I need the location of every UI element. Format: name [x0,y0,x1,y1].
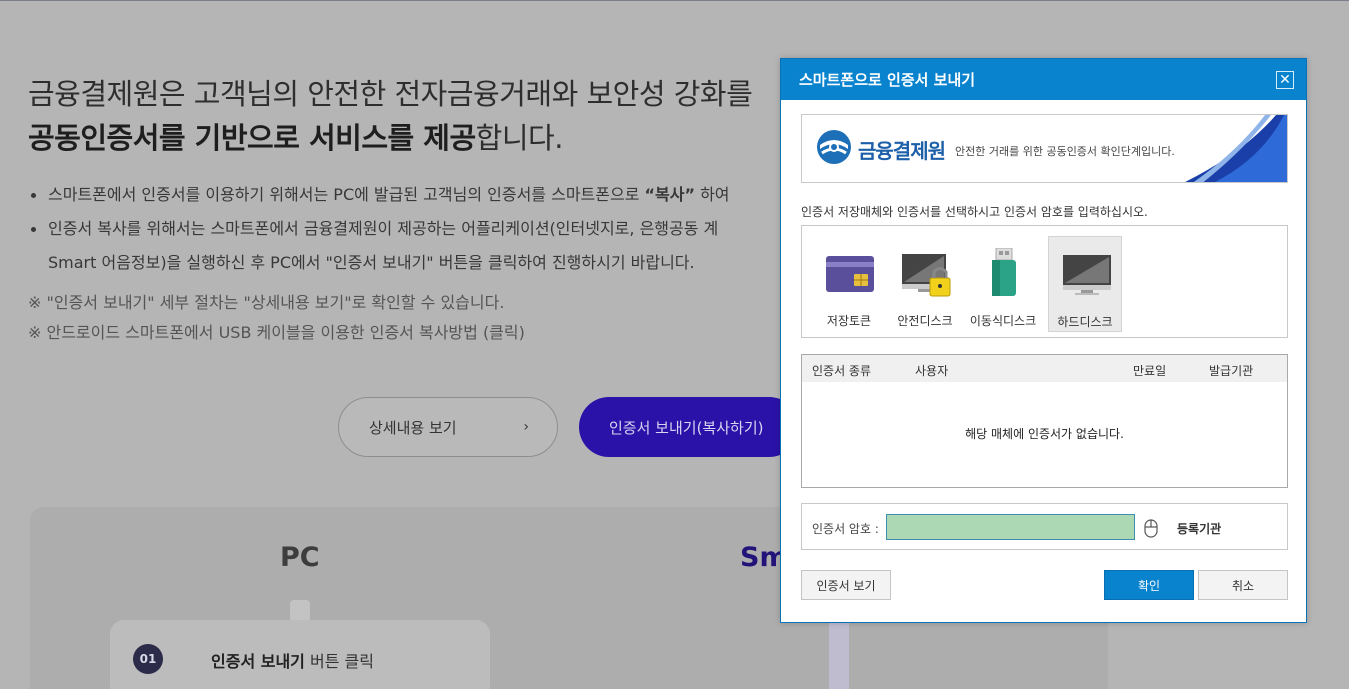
media-label: 이동식디스크 [969,314,1037,328]
kftc-logo-icon [817,130,851,164]
dialog-title: 스마트폰으로 인증서 보내기 [799,71,976,89]
media-secure-disk[interactable]: 안전디스크 [888,236,962,332]
certificate-table-header: 인증서 종류 사용자 만료일 발급기관 [802,355,1287,382]
column-expiry[interactable]: 만료일 [1133,362,1166,379]
view-certificate-button[interactable]: 인증서 보기 [801,570,891,600]
secure-disk-icon [902,254,951,297]
password-label: 인증서 암호 : [812,522,879,536]
storage-media-selector: 저장토큰 안전디스크 이동식디스크 하드디스크 [801,225,1288,338]
instruction-text: 인증서 저장매체와 인증서를 선택하시고 인증서 암호를 입력하십시오. [801,205,1148,219]
registration-authority-label[interactable]: 등록기관 [1177,520,1221,537]
headline-line-2: 공동인증서를 기반으로 서비스를 제공합니다. [28,116,752,160]
media-hard-disk[interactable]: 하드디스크 [1048,236,1122,332]
bullet-item: 인증서 복사를 위해서는 스마트폰에서 금융결제원이 제공하는 어플리케이션(인… [28,212,730,246]
note-detail: ※ "인증서 보내기" 세부 절차는 "상세내용 보기"로 확인할 수 있습니다… [28,293,505,312]
top-divider [0,0,1349,1]
headline-line-1: 금융결제원은 고객님의 안전한 전자금융거래와 보안성 강화를 [28,77,753,111]
column-user[interactable]: 사용자 [915,362,948,379]
smartcard-icon [826,256,874,292]
view-detail-label: 상세내용 보기 [369,418,457,437]
close-icon[interactable]: ✕ [1276,71,1294,89]
bullet1-text: 스마트폰에서 인증서를 이용하기 위해서는 PC에 발급된 고객님의 인증서를 … [48,185,645,204]
pc-title: PC [280,542,320,573]
mouse-input-icon[interactable] [1144,518,1158,538]
empty-table-message: 해당 매체에 인증서가 없습니다. [965,427,1124,441]
notes: ※ "인증서 보내기" 세부 절차는 "상세내용 보기"로 확인할 수 있습니다… [28,288,525,348]
hard-disk-icon [1063,255,1111,295]
cancel-button[interactable]: 취소 [1198,570,1288,600]
info-bullets: 스마트폰에서 인증서를 이용하기 위해서는 PC에 발급된 고객님의 인증서를 … [28,178,730,280]
bullet-item: 스마트폰에서 인증서를 이용하기 위해서는 PC에 발급된 고객님의 인증서를 … [28,178,730,212]
send-certificate-button[interactable]: 인증서 보내기(복사하기) [579,397,799,457]
bullet1-post: 하여 [695,185,730,204]
password-section: 인증서 암호 : 등록기관 [801,503,1288,550]
usb-drive-icon [992,248,1016,296]
certificate-table: 인증서 종류 사용자 만료일 발급기관 해당 매체에 인증서가 없습니다. [801,354,1288,488]
step-connector [829,620,849,689]
send-certificate-dialog: 스마트폰으로 인증서 보내기 ✕ 금융결제원 안전한 거래를 위한 공동인증서 … [780,58,1307,623]
kftc-banner: 금융결제원 안전한 거래를 위한 공동인증서 확인단계입니다. [801,114,1288,183]
column-issuer[interactable]: 발급기관 [1209,362,1253,379]
confirm-button[interactable]: 확인 [1104,570,1194,600]
step-text: 인증서 보내기 버튼 클릭 [211,648,374,672]
view-detail-button[interactable]: 상세내용 보기 › [338,397,558,457]
media-smartcard[interactable]: 저장토큰 [812,236,886,332]
media-label: 안전디스크 [897,314,953,328]
step-bold: 인증서 보내기 [211,652,305,671]
step-rest: 버튼 클릭 [304,652,374,671]
headline-rest: 합니다. [475,121,564,155]
chevron-right-icon: › [523,419,529,435]
banner-stripe-decoration [1184,115,1287,182]
media-label: 하드디스크 [1057,315,1113,329]
bullet1-bold: “복사” [644,185,695,204]
note-usb-link[interactable]: ※ 안드로이드 스마트폰에서 USB 케이블을 이용한 인증서 복사방법 (클릭… [28,318,525,348]
certificate-password-input[interactable] [886,514,1135,540]
banner-description: 안전한 거래를 위한 공동인증서 확인단계입니다. [955,145,1175,158]
dialog-title-bar: 스마트폰으로 인증서 보내기 ✕ [781,59,1306,100]
bullet-continuation: Smart 어음정보)을 실행하신 후 PC에서 "인증서 보내기" 버튼을 클… [48,253,695,272]
step-number-badge: 01 [133,644,163,674]
banner-brand-name: 금융결제원 [858,139,946,163]
column-cert-type[interactable]: 인증서 종류 [812,362,871,379]
page-headline: 금융결제원은 고객님의 안전한 전자금융거래와 보안성 강화를 공동인증서를 기… [28,72,753,160]
media-usb-drive[interactable]: 이동식디스크 [966,236,1040,332]
headline-bold: 공동인증서를 기반으로 서비스를 제공 [28,121,476,155]
